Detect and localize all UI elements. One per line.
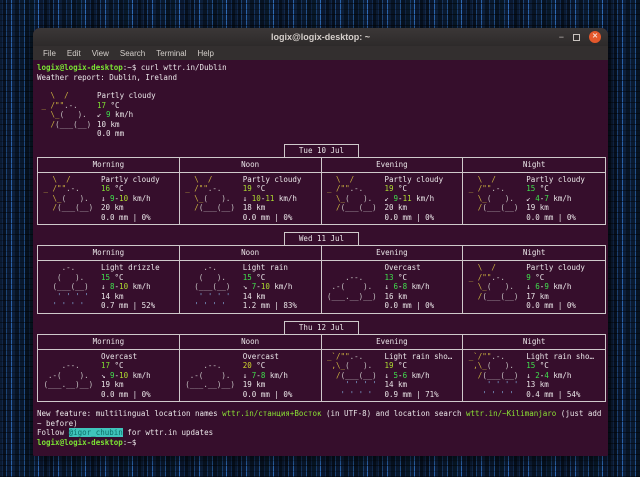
period-header-evening: Evening bbox=[322, 158, 464, 173]
forecast-tables: Tue 10 JulMorningNoonEveningNight \ / _ … bbox=[37, 144, 606, 403]
prompt-tail: :~$ bbox=[123, 63, 137, 72]
forecast-cell-morning: .-. ( ). (___(__) ' ' ' ' ' ' ' ' Light … bbox=[38, 261, 180, 313]
period-header-night: Night bbox=[463, 158, 605, 173]
terminal-screen[interactable]: logix@logix-desktop:~$ curl wttr.in/Dubl… bbox=[33, 60, 608, 456]
menu-terminal[interactable]: Terminal bbox=[151, 49, 191, 58]
forecast-table: Wed 11 Jul MorningNoonEveningNight .-. ( … bbox=[37, 232, 606, 314]
current-visibility: 10 km bbox=[97, 120, 156, 130]
desktop: { "colors": { "green": "#3fe04c", "lime"… bbox=[0, 0, 640, 477]
forecast-cell-morning: \ / _ /"".-. \_( ). /(___(__) Partly clo… bbox=[38, 173, 180, 225]
forecast-cell-morning: .--. .-( ). (___.__)__) Overcast17 °C↘ 9… bbox=[38, 350, 180, 402]
partly-cloudy-icon: \ / _ /"".-. \_( ). /(___(__) bbox=[464, 175, 524, 223]
close-button[interactable]: ✕ bbox=[589, 31, 601, 43]
rain-icon: .-. ( ). (___(__) ' ' ' ' ' ' ' ' bbox=[181, 263, 241, 311]
period-header-evening: Evening bbox=[322, 335, 464, 350]
location-link-1: wttr.in/станция+Восток bbox=[222, 409, 321, 418]
current-conditions: \ / _ /"".-. \_( ). /(___(__) Partly clo… bbox=[37, 91, 606, 139]
period-header-morning: Morning bbox=[38, 335, 180, 350]
partly-cloudy-icon: \ / _ /"".-. \_( ). /(___(__) bbox=[37, 91, 97, 139]
period-header-morning: Morning bbox=[38, 246, 180, 261]
current-desc: Partly cloudy bbox=[97, 91, 156, 101]
rain-icon: .-. ( ). (___(__) ' ' ' ' ' ' ' ' bbox=[39, 263, 99, 311]
terminal-window: logix@logix-desktop: ~ − ✕ File Edit Vie… bbox=[33, 28, 608, 456]
current-temp: 17 bbox=[97, 101, 106, 110]
overcast-icon: .--. .-( ). (___.__)__) bbox=[39, 352, 99, 400]
period-header-evening: Evening bbox=[322, 246, 464, 261]
period-header-night: Night bbox=[463, 335, 605, 350]
window-controls: − ✕ bbox=[559, 28, 601, 46]
current-info: Partly cloudy 17 °C ↙ 9 km/h 10 km 0.0 m… bbox=[97, 91, 156, 139]
wind-arrow-icon: ↙ bbox=[97, 110, 106, 119]
forecast-cell-noon: .-. ( ). (___(__) ' ' ' ' ' ' ' ' Light … bbox=[180, 261, 322, 313]
menu-bar: File Edit View Search Terminal Help bbox=[33, 46, 608, 60]
forecast-cell-night: \ / _ /"".-. \_( ). /(___(__) Partly clo… bbox=[463, 261, 605, 313]
menu-search[interactable]: Search bbox=[115, 49, 150, 58]
window-title: logix@logix-desktop: ~ bbox=[271, 32, 370, 42]
date-tab: Thu 12 Jul bbox=[284, 321, 359, 335]
date-tab: Tue 10 Jul bbox=[284, 144, 359, 158]
menu-edit[interactable]: Edit bbox=[62, 49, 86, 58]
forecast-cell-evening: \ / _ /"".-. \_( ). /(___(__) Partly clo… bbox=[322, 173, 464, 225]
menu-file[interactable]: File bbox=[38, 49, 61, 58]
forecast-cell-noon: .--. .-( ). (___.__)__) Overcast20 °C↓ 7… bbox=[180, 350, 322, 402]
menu-help[interactable]: Help bbox=[192, 49, 218, 58]
date-tab: Wed 11 Jul bbox=[284, 232, 359, 246]
twitter-handle: @igor_chubin bbox=[69, 428, 123, 437]
location-link-2: wttr.in/~Kilimanjaro bbox=[466, 409, 556, 418]
period-header-night: Night bbox=[463, 246, 605, 261]
period-header-noon: Noon bbox=[180, 335, 322, 350]
report-title: Weather report: Dublin, Ireland bbox=[37, 73, 606, 83]
titlebar[interactable]: logix@logix-desktop: ~ − ✕ bbox=[33, 28, 608, 46]
partly-cloudy-icon: \ / _ /"".-. \_( ). /(___(__) bbox=[323, 175, 383, 223]
final-prompt-line: logix@logix-desktop:~$ bbox=[37, 438, 606, 448]
footer-line-2: ~ before) bbox=[37, 419, 606, 429]
forecast-cell-night: \ / _ /"".-. \_( ). /(___(__) Partly clo… bbox=[463, 173, 605, 225]
forecast-table: Thu 12 Jul MorningNoonEveningNight .--. .… bbox=[37, 321, 606, 403]
partly-cloudy-icon: \ / _ /"".-. \_( ). /(___(__) bbox=[464, 263, 524, 311]
forecast-cell-noon: \ / _ /"".-. \_( ). /(___(__) Partly clo… bbox=[180, 173, 322, 225]
partly-cloudy-icon: \ / _ /"".-. \_( ). /(___(__) bbox=[181, 175, 241, 223]
prompt: logix@logix-desktop bbox=[37, 438, 123, 447]
forecast-cell-night: _`/"".-. ,\_( ). /(___(__) ' ' ' ' ' ' '… bbox=[463, 350, 605, 402]
minimize-button[interactable]: − bbox=[559, 33, 564, 42]
rain-shower-icon: _`/"".-. ,\_( ). /(___(__) ' ' ' ' ' ' '… bbox=[464, 352, 524, 400]
follow-line: Follow @igor_chubin for wttr.in updates bbox=[37, 428, 606, 438]
forecast-table: Tue 10 Jul MorningNoonEveningNight \ / _ … bbox=[37, 144, 606, 226]
forecast-cell-evening: _`/"".-. ,\_( ). /(___(__) ' ' ' ' ' ' '… bbox=[322, 350, 464, 402]
command-text: curl wttr.in/Dublin bbox=[136, 63, 226, 72]
footer-line-1: New feature: multilingual location names… bbox=[37, 409, 606, 419]
prompt: logix@logix-desktop bbox=[37, 63, 123, 72]
period-header-morning: Morning bbox=[38, 158, 180, 173]
menu-view[interactable]: View bbox=[87, 49, 114, 58]
period-header-noon: Noon bbox=[180, 246, 322, 261]
overcast-icon: .--. .-( ). (___.__)__) bbox=[181, 352, 241, 400]
period-header-noon: Noon bbox=[180, 158, 322, 173]
rain-shower-icon: _`/"".-. ,\_( ). /(___(__) ' ' ' ' ' ' '… bbox=[323, 352, 383, 400]
current-precip: 0.0 mm bbox=[97, 129, 156, 139]
command-line: logix@logix-desktop:~$ curl wttr.in/Dubl… bbox=[37, 63, 606, 73]
forecast-cell-evening: .--. .-( ). (___.__)__) Overcast13 °C↓ 6… bbox=[322, 261, 464, 313]
maximize-button[interactable] bbox=[573, 34, 580, 41]
overcast-icon: .--. .-( ). (___.__)__) bbox=[323, 263, 383, 311]
partly-cloudy-icon: \ / _ /"".-. \_( ). /(___(__) bbox=[39, 175, 99, 223]
